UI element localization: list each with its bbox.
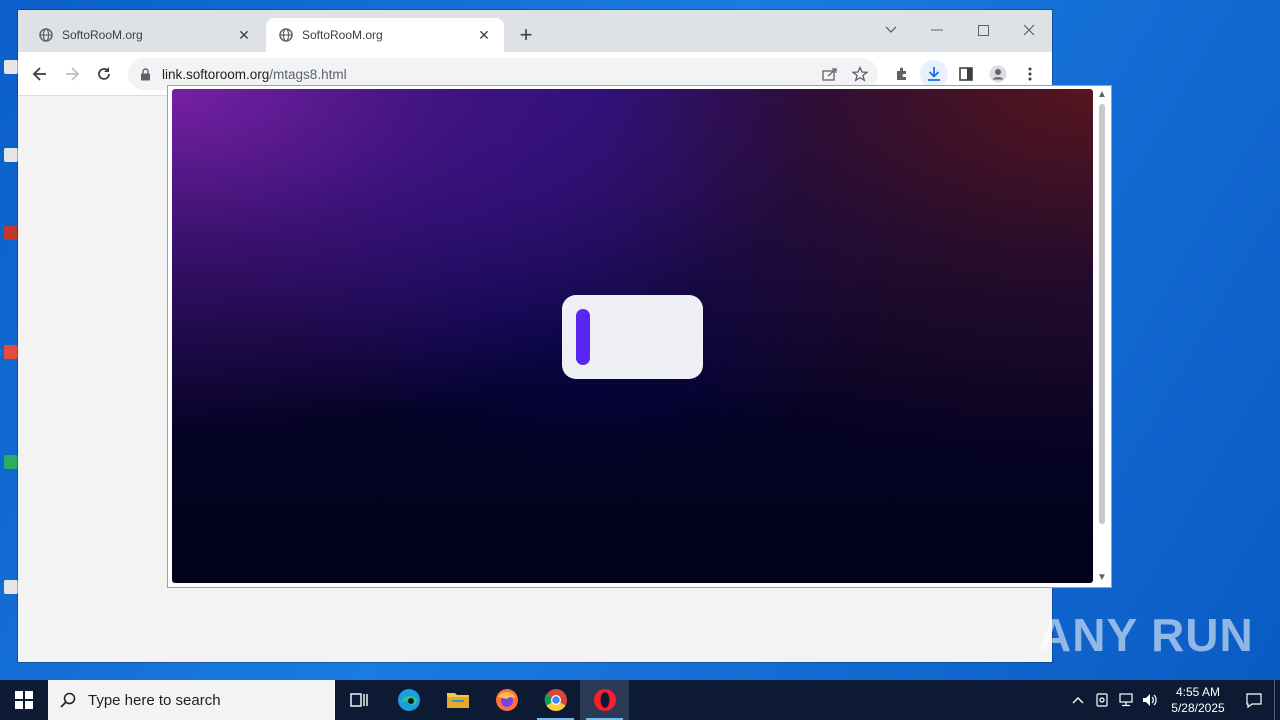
tab-strip: SoftoRooM.org ✕ SoftoRooM.org ✕ + — [18, 10, 1052, 52]
forward-button[interactable] — [58, 60, 86, 88]
minimize-button[interactable] — [914, 16, 960, 44]
loading-card — [562, 295, 703, 379]
opera-icon — [593, 689, 616, 711]
task-view-icon — [349, 693, 368, 707]
scrollbar-thumb[interactable] — [1099, 104, 1105, 524]
back-button[interactable] — [26, 60, 54, 88]
desktop-icon[interactable] — [4, 226, 18, 240]
anyrun-watermark: ANY RUN — [1038, 608, 1254, 662]
new-tab-button[interactable]: + — [514, 24, 538, 48]
tab-title: SoftoRooM.org — [62, 28, 143, 42]
close-window-button[interactable] — [1006, 16, 1052, 44]
bookmark-star-icon[interactable] — [850, 64, 870, 84]
desktop-icon[interactable] — [4, 60, 18, 74]
start-button[interactable] — [0, 680, 48, 720]
firefox-icon — [495, 689, 518, 711]
edge-icon — [397, 689, 420, 711]
popup-background — [172, 89, 1093, 583]
network-icon[interactable] — [1114, 680, 1138, 720]
side-panel-icon[interactable] — [952, 60, 980, 88]
chevron-up-icon[interactable] — [1066, 680, 1090, 720]
clock-time: 4:55 AM — [1175, 685, 1221, 699]
taskbar: Type here to search 4:55 AM 5/28/2025 — [0, 680, 1280, 720]
task-view-button[interactable] — [335, 680, 384, 720]
taskbar-clock[interactable]: 4:55 AM 5/28/2025 — [1162, 684, 1234, 716]
system-tray: 4:55 AM 5/28/2025 — [1066, 680, 1280, 720]
edge-app[interactable] — [384, 680, 433, 720]
globe-icon — [38, 27, 54, 43]
extensions-icon[interactable] — [888, 60, 916, 88]
desktop-icon[interactable] — [4, 580, 18, 594]
tab-title: SoftoRooM.org — [302, 28, 383, 42]
tab-softoroom-2[interactable]: SoftoRooM.org ✕ — [266, 18, 504, 52]
tab-search-icon[interactable] — [868, 16, 914, 44]
profile-avatar-icon[interactable] — [984, 60, 1012, 88]
close-tab-icon[interactable]: ✕ — [476, 27, 492, 43]
scroll-down-arrow-icon[interactable]: ▼ — [1095, 571, 1109, 585]
chrome-icon — [544, 689, 567, 711]
lock-icon[interactable] — [140, 67, 154, 81]
desktop-icon[interactable] — [4, 345, 18, 359]
scroll-up-arrow-icon[interactable]: ▲ — [1095, 88, 1109, 102]
close-tab-icon[interactable]: ✕ — [236, 27, 252, 43]
loading-indicator — [576, 309, 590, 365]
tab-softoroom-1[interactable]: SoftoRooM.org ✕ — [26, 18, 264, 52]
desktop-icon[interactable] — [4, 455, 18, 469]
windows-logo-icon — [15, 691, 33, 709]
search-icon — [60, 691, 78, 709]
popup-window: ▲ ▼ — [167, 85, 1112, 588]
opera-app[interactable] — [580, 680, 629, 720]
firefox-app[interactable] — [482, 680, 531, 720]
download-icon[interactable] — [920, 60, 948, 88]
share-icon[interactable] — [820, 64, 840, 84]
menu-kebab-icon[interactable] — [1016, 60, 1044, 88]
folder-icon — [446, 693, 469, 708]
reload-button[interactable] — [90, 60, 118, 88]
volume-icon[interactable] — [1138, 680, 1162, 720]
watermark-text: ANY RUN — [1038, 609, 1254, 661]
chrome-app[interactable] — [531, 680, 580, 720]
globe-icon — [278, 27, 294, 43]
clock-date: 5/28/2025 — [1171, 701, 1225, 715]
notification-center-icon[interactable] — [1234, 680, 1274, 720]
url-text: link.softoroom.org/mtags8.html — [162, 67, 347, 82]
url-host: link.softoroom.org — [162, 66, 270, 82]
desktop-icon[interactable] — [4, 148, 18, 162]
maximize-button[interactable] — [960, 16, 1006, 44]
url-path: /mtags8.html — [269, 66, 347, 82]
popup-scrollbar[interactable]: ▲ ▼ — [1095, 86, 1109, 587]
show-desktop-button[interactable] — [1274, 680, 1280, 720]
device-icon[interactable] — [1090, 680, 1114, 720]
search-placeholder: Type here to search — [88, 691, 221, 709]
taskbar-search-box[interactable]: Type here to search — [48, 680, 335, 720]
file-explorer-app[interactable] — [433, 680, 482, 720]
